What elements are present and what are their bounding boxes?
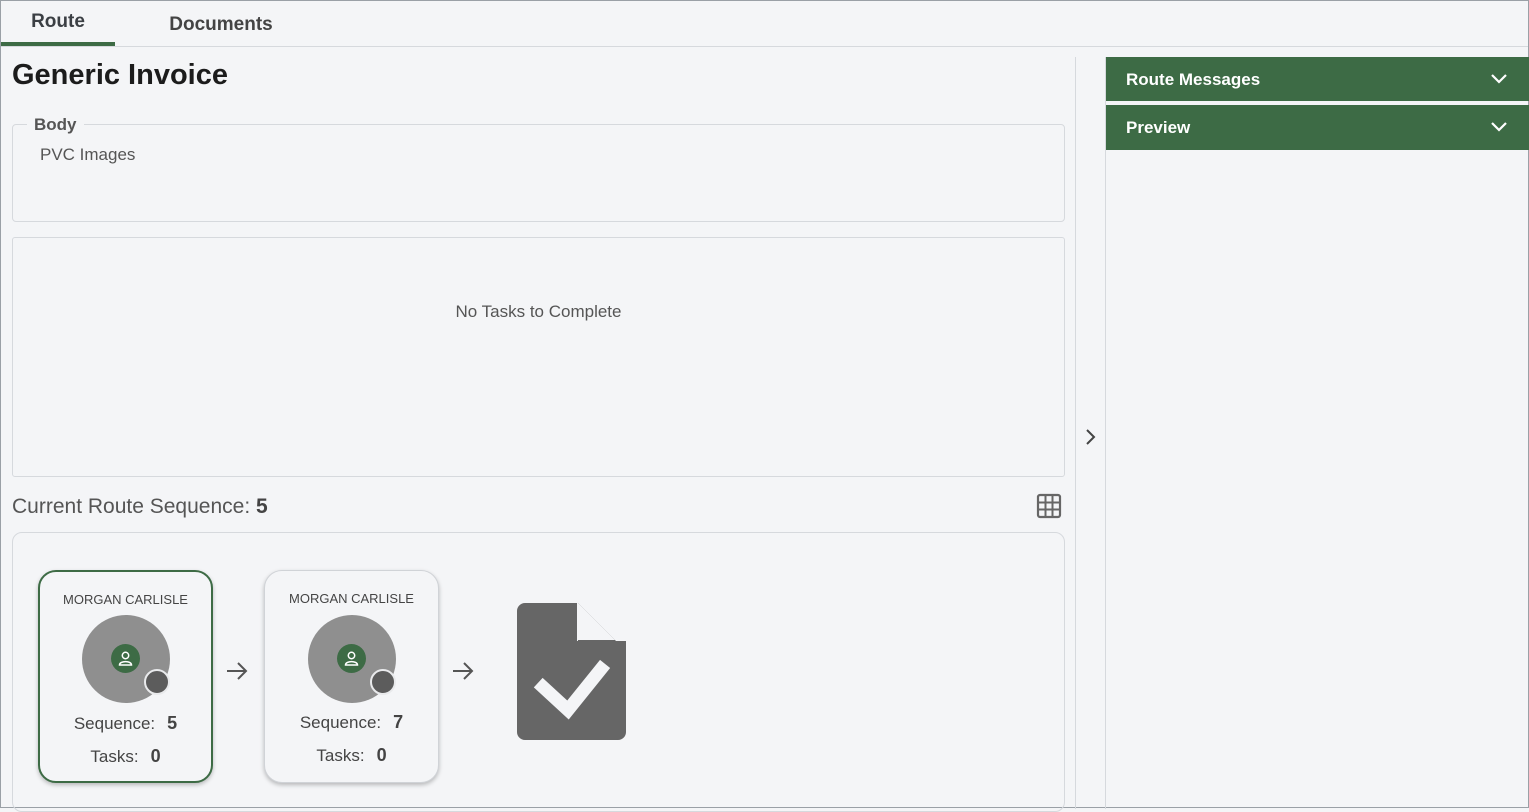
user-icon (118, 651, 133, 666)
body-fieldset: Body PVC Images (12, 115, 1065, 222)
panel-divider (1075, 57, 1076, 809)
step-sequence: Sequence: 7 (299, 712, 404, 732)
tasks-panel: No Tasks to Complete (12, 237, 1065, 477)
step-user-name: MORGAN CARLISLE (289, 591, 414, 606)
route-sequence-label: Current Route Sequence: (12, 495, 251, 518)
chevron-right-icon[interactable] (1082, 427, 1100, 447)
body-value: PVC Images (40, 145, 136, 164)
route-step-card-1[interactable]: MORGAN CARLISLE Sequence: 5 Tasks: 0 (38, 570, 213, 783)
user-icon (344, 651, 359, 666)
tab-route[interactable]: Route (1, 1, 115, 46)
chevron-down-icon (1491, 122, 1507, 132)
tasks-empty-message: No Tasks to Complete (455, 302, 622, 321)
status-dot (144, 669, 170, 695)
right-panel: Route Messages Preview (1105, 57, 1529, 809)
body-label: Body (27, 115, 84, 135)
route-sequence-current: 5 (256, 495, 268, 518)
arrow-right-icon (227, 662, 248, 680)
route-sequence-heading: Current Route Sequence: 5 (12, 495, 268, 519)
accordion-label: Preview (1126, 118, 1191, 137)
accordion-route-messages[interactable]: Route Messages (1106, 57, 1529, 101)
tab-bar: Route Documents (1, 1, 1528, 47)
avatar (82, 615, 170, 703)
document-check-icon (517, 603, 626, 740)
accordion-preview[interactable]: Preview (1106, 105, 1529, 150)
avatar (308, 615, 396, 703)
route-step-card-2[interactable]: MORGAN CARLISLE Sequence: 7 Tasks: 0 (264, 570, 439, 783)
tab-documents[interactable]: Documents (141, 1, 301, 46)
page-title: Generic Invoice (12, 59, 228, 91)
step-user-name: MORGAN CARLISLE (63, 592, 188, 607)
arrow-right-icon (453, 662, 474, 680)
step-tasks: Tasks: 0 (90, 746, 161, 766)
status-dot (370, 669, 396, 695)
user-icon-badge (337, 644, 366, 673)
step-tasks: Tasks: 0 (316, 745, 387, 765)
user-icon-badge (111, 644, 140, 673)
grid-view-icon[interactable] (1036, 493, 1062, 519)
chevron-down-icon (1491, 74, 1507, 84)
step-sequence: Sequence: 5 (73, 713, 178, 733)
accordion-label: Route Messages (1126, 70, 1261, 89)
app-frame: Route Documents Generic Invoice Body PVC… (0, 0, 1529, 812)
